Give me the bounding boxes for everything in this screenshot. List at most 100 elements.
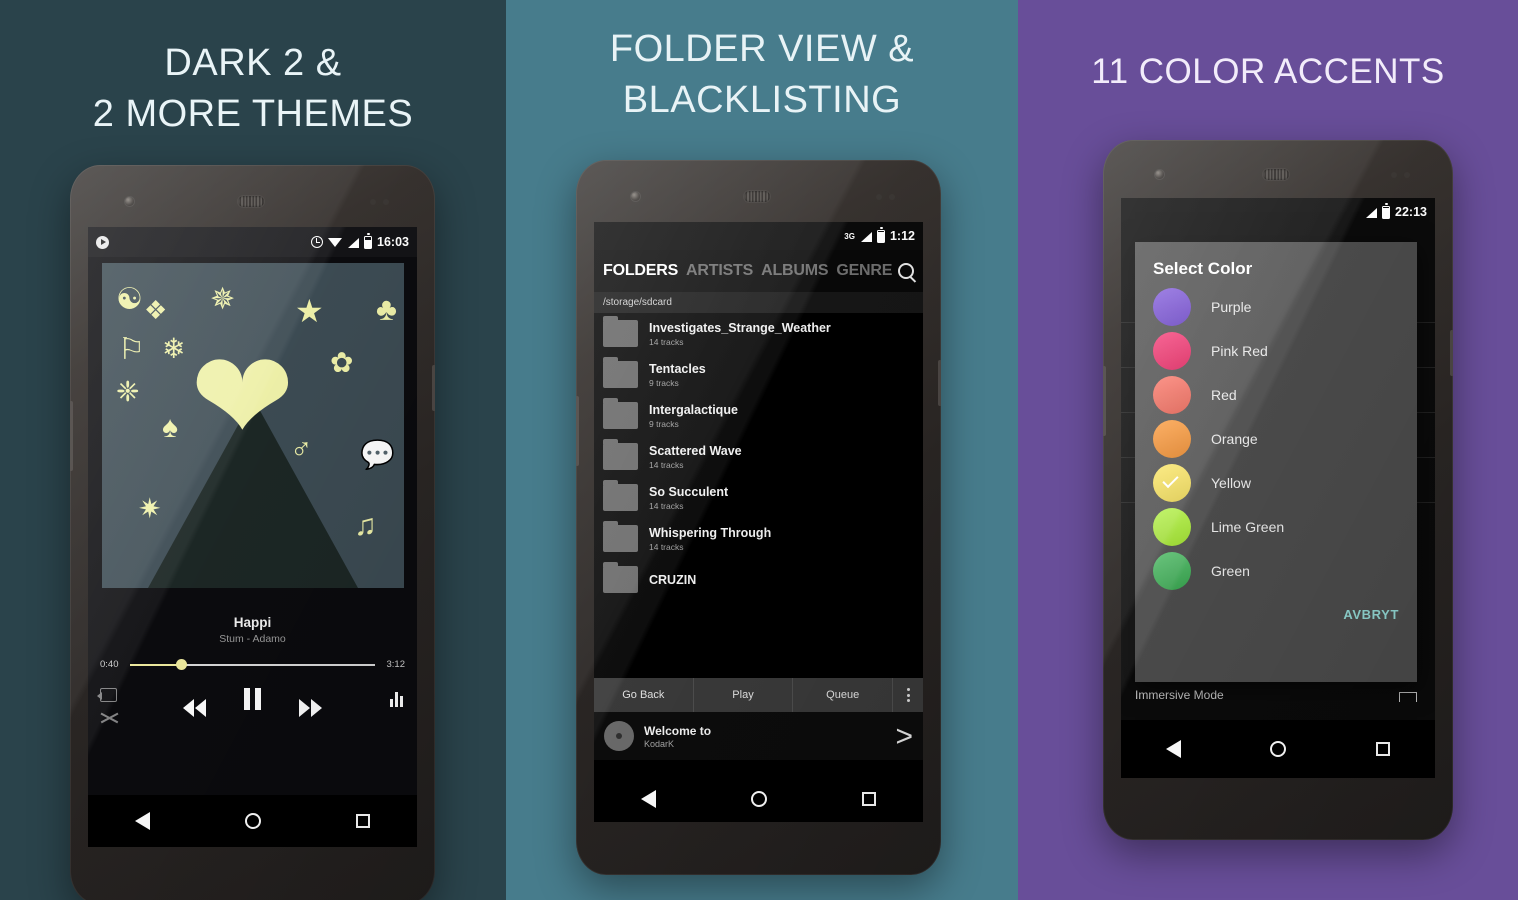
folder-track-count: 9 tracks [649,377,679,388]
queue-button[interactable]: Queue [793,689,892,701]
tab-albums[interactable]: ALBUMS [761,262,828,280]
tab-folders[interactable]: FOLDERS [603,262,678,280]
symbol-star-icon: ★ [295,293,324,329]
phone2-power-button[interactable] [938,360,941,406]
play-button[interactable]: Play [694,689,793,701]
seek-fill [130,663,182,666]
folder-name: Investigates_Strange_Weather [649,320,831,335]
home-icon[interactable] [750,791,767,807]
color-name: Pink Red [1211,343,1268,359]
table-row[interactable]: Scattered Wave 14 tracks [594,436,923,477]
folder-track-count: 14 tracks [649,336,684,347]
panel-themes-title-line-1: DARK 2 & [164,42,342,84]
color-swatch [1153,508,1191,546]
color-name: Purple [1211,299,1252,315]
phone1-status-time: 16:03 [377,235,409,249]
recents-icon[interactable] [861,792,876,806]
kebab-menu-icon[interactable] [893,688,923,702]
battery-charging-icon [876,227,885,243]
secondary-controls [97,688,117,725]
signal-icon [1365,207,1378,218]
symbol-cloud-icon: ❈ [116,376,140,407]
folder-track-count: 14 tracks [649,500,684,511]
symbol-flag-icon: ⚐ [118,333,145,366]
symbol-burst-icon: ✷ [138,493,162,524]
table-row[interactable]: Intergalactique 9 tracks [594,395,923,436]
color-option-red[interactable]: Red [1135,373,1417,417]
phone1-volume-button[interactable] [70,401,73,471]
now-playing-bar[interactable]: Welcome to KodarK > [594,712,923,760]
color-option-green[interactable]: Green [1135,549,1417,593]
phone-device-3: 22:13 Immersive Mode Select Color Purple [1103,140,1453,840]
battery-icon [364,233,373,249]
color-option-pink-red[interactable]: Pink Red [1135,329,1417,373]
table-row[interactable]: Whispering Through 14 tracks [594,518,923,559]
phone3-power-button[interactable] [1450,330,1453,376]
signal-icon [860,231,872,242]
front-camera-icon [631,192,640,201]
symbol-club-icon: ♣ [376,291,397,327]
home-icon[interactable] [1270,741,1287,757]
panel-themes: DARK 2 & 2 MORE THEMES 16:03 ☯ ❖ ✵ ★ ♣ ⚐… [0,0,506,900]
table-row[interactable]: Tentacles 9 tracks [594,354,923,395]
panel-folders: FOLDER VIEW & BLACKLISTING 3G 1:12 FOLDE… [506,0,1018,900]
color-swatch [1153,420,1191,458]
folder-name: Whispering Through [649,525,772,540]
track-artist: Stum - Adamo [219,633,286,645]
table-row[interactable]: So Succulent 14 tracks [594,477,923,518]
panel-folders-title-line-2: BLACKLISTING [622,79,902,122]
immersive-toggle-icon[interactable] [1399,692,1417,702]
dialog-title: Select Color [1153,259,1253,278]
table-row[interactable]: CRUZIN [594,559,923,600]
shuffle-icon[interactable] [100,711,117,725]
album-art[interactable]: ☯ ❖ ✵ ★ ♣ ⚐ ❄ ✿ ❈ ♠ ♂ 💬 ✷ ♫ ❤ [102,263,404,588]
front-camera-icon [1155,170,1164,179]
table-row[interactable]: Investigates_Strange_Weather 14 tracks [594,313,923,354]
next-track-icon[interactable]: > [895,721,913,751]
wifi-icon [328,237,343,248]
color-name: Yellow [1211,475,1251,491]
repeat-icon[interactable] [97,688,117,702]
pause-icon[interactable] [244,688,261,710]
phone3-status-time: 22:13 [1395,205,1427,219]
recents-icon[interactable] [1376,742,1391,756]
phone1-power-button[interactable] [432,365,435,411]
back-icon[interactable] [1165,740,1181,758]
equalizer-icon[interactable] [390,691,403,707]
search-icon[interactable] [898,263,914,279]
play-badge-icon [96,235,109,249]
seek-slider[interactable] [130,659,375,670]
folder-icon [603,357,638,388]
phone1-nav-bar [88,795,417,847]
check-icon [1162,471,1179,489]
color-option-orange[interactable]: Orange [1135,417,1417,461]
phone3-volume-button[interactable] [1103,366,1106,436]
color-name: Red [1211,387,1237,403]
tab-genre[interactable]: GENRE [836,262,892,280]
folder-icon [603,480,638,511]
back-icon[interactable] [641,790,657,808]
panel-accents: 11 COLOR ACCENTS 22:13 Immersive Mode Se… [1018,0,1518,900]
folder-name: Scattered Wave [649,443,742,458]
folder-icon [603,398,638,429]
color-option-lime-green[interactable]: Lime Green [1135,505,1417,549]
phone3-nav-bar [1121,720,1435,778]
folder-icon [603,316,638,347]
go-back-button[interactable]: Go Back [594,689,693,701]
symbol-yinyang-icon: ☯ [116,283,143,316]
phone1-screen: 16:03 ☯ ❖ ✵ ★ ♣ ⚐ ❄ ✿ ❈ ♠ ♂ 💬 ✷ ♫ ❤ Happ… [88,227,417,847]
cancel-button[interactable]: AVBRYT [1135,593,1417,638]
back-icon[interactable] [135,812,151,830]
recents-icon[interactable] [355,814,370,828]
phone1-top-hardware [70,165,435,229]
color-option-yellow[interactable]: Yellow [1135,461,1417,505]
phone2-nav-bar [594,776,923,822]
track-title: Happi [233,615,272,630]
home-icon[interactable] [244,813,261,829]
tab-artists[interactable]: ARTISTS [686,262,753,280]
color-option-purple[interactable]: Purple [1135,285,1417,329]
seek-thumb[interactable] [175,659,187,670]
panel-folders-title-line-1: FOLDER VIEW & [609,28,915,70]
phone2-volume-button[interactable] [576,396,579,466]
symbol-diamond-icon: ❖ [144,295,168,325]
